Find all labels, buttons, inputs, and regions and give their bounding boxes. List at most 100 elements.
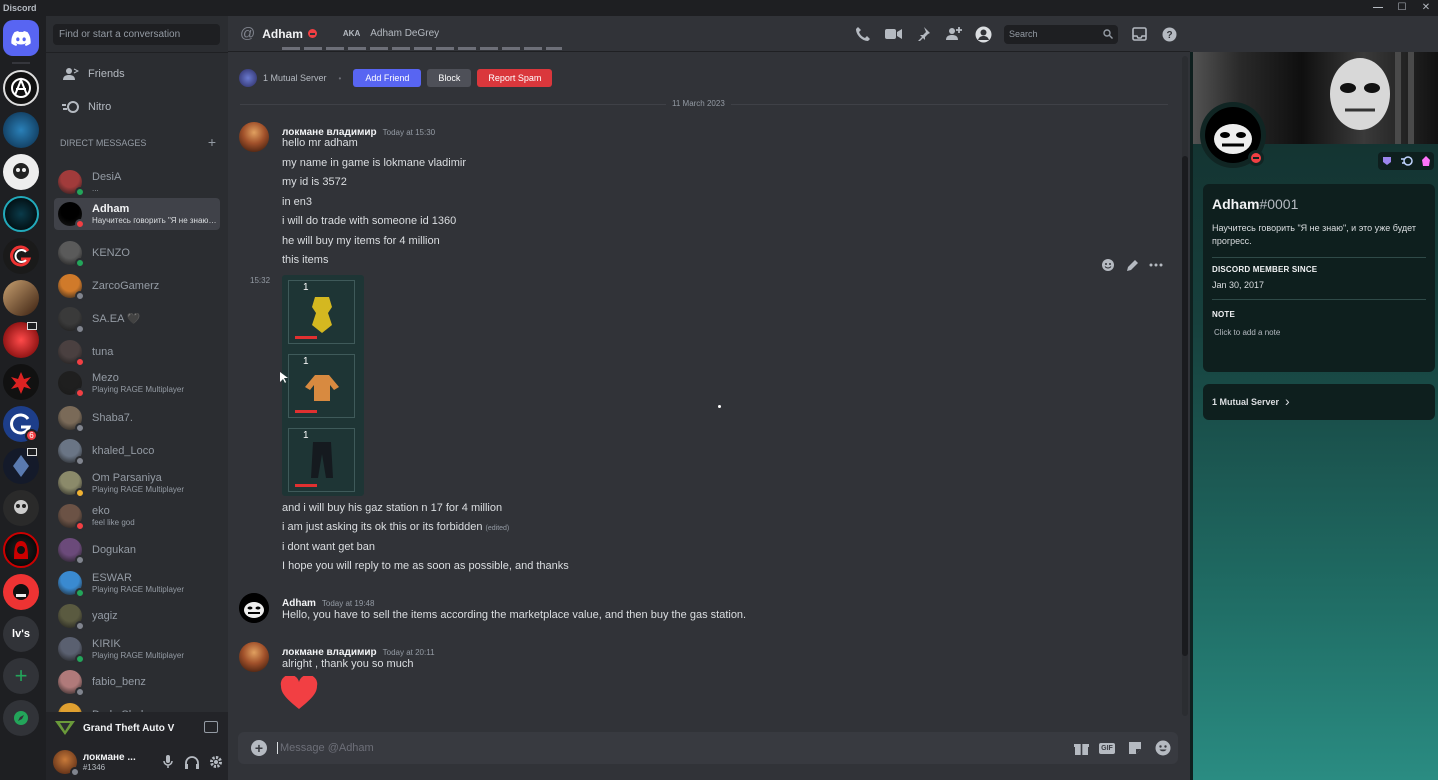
dm-item[interactable]: AdhamНаучитесь говорить "Я не знаю", и э… xyxy=(54,198,220,230)
close-button[interactable]: ✕ xyxy=(1414,0,1438,16)
dm-avatar xyxy=(58,571,85,598)
skull-icon xyxy=(14,500,28,514)
dm-item[interactable]: Dogukan xyxy=(54,534,220,566)
dm-item[interactable]: ZarcoGamerz xyxy=(54,270,220,302)
profile-avatar[interactable] xyxy=(1200,102,1266,168)
message-author[interactable]: локмане владимир xyxy=(282,647,377,658)
dm-item[interactable]: Shaba7. xyxy=(54,402,220,434)
dm-avatar xyxy=(58,371,85,398)
server-icon[interactable] xyxy=(3,490,39,526)
panel-scrollbar[interactable] xyxy=(1190,52,1193,780)
user-name: локмане ... xyxy=(82,752,136,763)
dm-item[interactable]: Mezo Playing RAGE Multiplayer xyxy=(54,367,220,399)
find-conversation-input[interactable]: Find or start a conversation xyxy=(53,24,220,45)
inbox-button[interactable] xyxy=(1130,25,1148,43)
server-icon[interactable] xyxy=(3,280,39,316)
create-dm-button[interactable]: + xyxy=(208,134,216,150)
hypesquad-badge-icon xyxy=(1383,157,1392,165)
pinned-messages-button[interactable] xyxy=(914,25,932,43)
server-icon[interactable] xyxy=(3,112,39,148)
edit-message-button[interactable] xyxy=(1120,259,1144,272)
status-indicator xyxy=(75,521,85,531)
add-reaction-button[interactable] xyxy=(1096,258,1120,272)
server-folder[interactable]: lv's xyxy=(3,616,39,652)
block-button[interactable]: Block xyxy=(427,69,472,87)
dm-item[interactable]: ESWAR Playing RAGE Multiplayer xyxy=(54,567,220,599)
dm-item[interactable]: tuna xyxy=(54,336,220,368)
home-button[interactable] xyxy=(3,20,39,56)
message-avatar[interactable] xyxy=(239,593,269,623)
mutual-server-icon xyxy=(239,69,257,87)
minimize-button[interactable]: — xyxy=(1366,0,1390,16)
game-overlay-icon[interactable] xyxy=(204,721,218,733)
status-indicator xyxy=(75,654,85,664)
message-author[interactable]: Adham xyxy=(282,598,316,609)
gift-button[interactable] xyxy=(1069,741,1093,755)
relationship-actions: 1 Mutual Server • Add Friend Block Repor… xyxy=(239,68,558,88)
friends-nav-item[interactable]: Friends xyxy=(54,60,220,88)
user-settings-button[interactable] xyxy=(204,755,228,769)
server-icon[interactable] xyxy=(3,238,39,274)
message-input[interactable] xyxy=(277,742,1037,754)
explore-servers-button[interactable] xyxy=(3,700,39,736)
dm-item[interactable]: SA.EA 🖤 xyxy=(54,303,220,335)
deafen-button[interactable] xyxy=(180,755,204,769)
dm-item[interactable]: eko feel like god xyxy=(54,500,220,532)
game-activity-bar[interactable]: Grand Theft Auto V xyxy=(46,712,228,744)
header-search-input[interactable]: Search xyxy=(1004,24,1118,44)
dm-item[interactable]: khaled_Loco xyxy=(54,435,220,467)
dm-name: Mezo xyxy=(92,371,119,384)
yellow-bandana-icon xyxy=(312,297,332,333)
chat-username[interactable]: Adham xyxy=(262,27,303,41)
user-profile-panel: Adham#0001 Научитесь говорить "Я не знаю… xyxy=(1190,16,1438,780)
dm-item[interactable]: yagiz xyxy=(54,600,220,632)
dm-item[interactable]: KENZO xyxy=(54,237,220,269)
chat-scrollbar[interactable] xyxy=(1182,56,1188,716)
profile-username: Adham#0001 xyxy=(1212,196,1299,212)
nitro-nav-item[interactable]: Nitro xyxy=(54,93,220,121)
server-icon[interactable] xyxy=(3,154,39,190)
edited-label: (edited) xyxy=(485,525,510,532)
message-avatar[interactable] xyxy=(239,642,269,672)
server-icon[interactable] xyxy=(3,196,39,232)
upload-button[interactable]: + xyxy=(251,740,267,756)
sticker-button[interactable] xyxy=(1121,741,1149,755)
maximize-button[interactable]: ☐ xyxy=(1390,0,1414,16)
mute-button[interactable] xyxy=(156,755,180,769)
user-avatar[interactable] xyxy=(53,750,80,777)
dm-avatar xyxy=(58,202,85,229)
report-spam-button[interactable]: Report Spam xyxy=(477,69,553,87)
dm-item[interactable]: Om Parsaniya Playing RAGE Multiplayer xyxy=(54,467,220,499)
server-icon[interactable] xyxy=(3,532,39,568)
add-friends-to-dm-button[interactable] xyxy=(944,25,962,43)
start-voice-call-button[interactable] xyxy=(854,25,872,43)
dm-item[interactable]: fabio_benz xyxy=(54,666,220,698)
member-since-value: Jan 30, 2017 xyxy=(1212,280,1265,290)
note-input[interactable]: Click to add a note xyxy=(1214,328,1426,337)
add-user-icon xyxy=(945,27,962,40)
message-text: he will buy my items for 4 million xyxy=(282,235,440,247)
more-options-button[interactable] xyxy=(1144,263,1168,267)
message-avatar[interactable] xyxy=(239,122,269,152)
gif-picker-button[interactable]: GIF xyxy=(1093,742,1121,754)
dm-avatar xyxy=(58,538,85,565)
mutual-servers-link[interactable]: 1 Mutual Server xyxy=(263,73,327,83)
server-icon[interactable] xyxy=(3,574,39,610)
sidebar-divider xyxy=(46,52,228,53)
chevron-right-icon: › xyxy=(1285,393,1290,409)
server-icon[interactable] xyxy=(3,70,39,106)
add-server-button[interactable]: + xyxy=(3,658,39,694)
server-icon[interactable] xyxy=(3,364,39,400)
mutual-servers-row[interactable]: 1 Mutual Server › xyxy=(1203,384,1435,420)
emoji-picker-button[interactable] xyxy=(1149,740,1177,756)
message-image-attachment[interactable]: 1 1 1 xyxy=(282,275,364,496)
user-profile-toggle-button[interactable] xyxy=(974,25,992,43)
add-friend-button[interactable]: Add Friend xyxy=(353,69,422,87)
skull-icon xyxy=(13,163,29,179)
window-controls: — ☐ ✕ xyxy=(1366,0,1438,16)
help-button[interactable]: ? xyxy=(1160,25,1178,43)
discord-logo-icon xyxy=(11,30,31,46)
dm-item[interactable]: DesiA... xyxy=(54,166,220,198)
start-video-call-button[interactable] xyxy=(884,25,902,43)
dm-item[interactable]: KIRIK Playing RAGE Multiplayer xyxy=(54,633,220,665)
